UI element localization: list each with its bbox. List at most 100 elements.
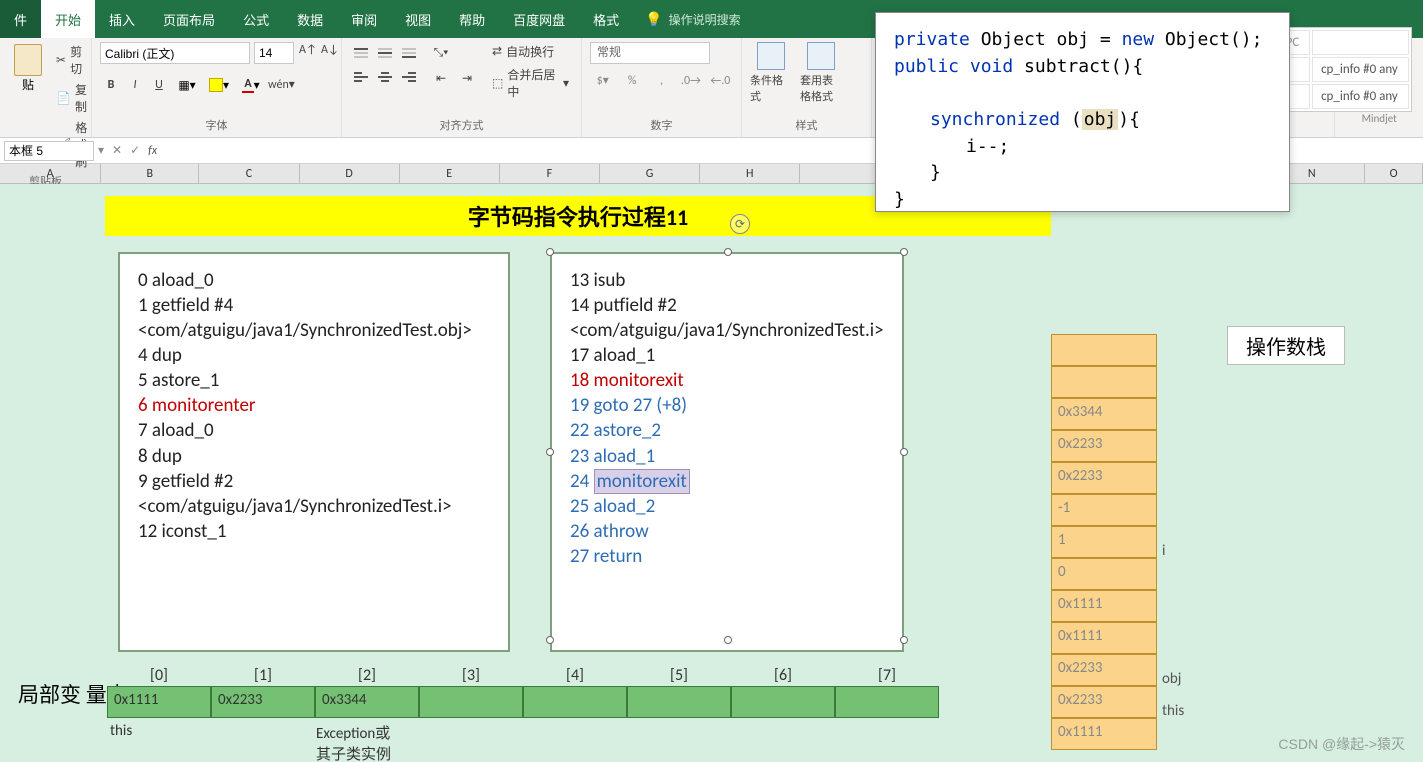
bytecode-line: 18 monitorexit (570, 368, 884, 393)
worksheet-canvas[interactable]: 字节码指令执行过程11 ⟳ 0 aload_01 getfield #4<com… (0, 184, 1423, 762)
comma-button[interactable]: , (649, 70, 674, 92)
cancel-formula-button[interactable]: ✕ (112, 143, 122, 158)
font-color-dropdown[interactable]: A▾ (236, 74, 266, 96)
resize-handle[interactable] (724, 636, 732, 644)
lvt-cell (627, 686, 731, 718)
bytecode-line: 8 dup (138, 444, 490, 469)
bytecode-line: 6 monitorenter (138, 393, 490, 418)
lvt-index: [3] (419, 666, 523, 685)
table-format-button[interactable]: 套用表格格式 (800, 42, 842, 104)
resize-handle[interactable] (900, 248, 908, 256)
bytecode-box-right[interactable]: 13 isub14 putfield #2<com/atguigu/java1/… (550, 252, 904, 652)
tab-review[interactable]: 审阅 (337, 0, 391, 38)
copy-button[interactable]: 📄复制 (52, 80, 91, 116)
group-font: A↑ A↓ B I U ▦▾ ▾ A▾ wén▾ 字体 (92, 38, 342, 137)
operand-stack: 0x33440x22330x2233-1100x11110x11110x2233… (1051, 334, 1157, 750)
stack-note: this (1162, 702, 1184, 720)
tab-data[interactable]: 数据 (283, 0, 337, 38)
col-header-F[interactable]: F (500, 164, 600, 183)
col-header-A[interactable]: A (0, 164, 101, 183)
increase-indent[interactable]: ⇥ (456, 68, 478, 90)
col-header-D[interactable]: D (300, 164, 400, 183)
resize-handle[interactable] (546, 636, 554, 644)
tab-start[interactable]: 开始 (41, 0, 95, 38)
tab-view[interactable]: 视图 (391, 0, 445, 38)
percent-button[interactable]: % (619, 70, 644, 92)
wrap-text-button[interactable]: ⇄ 自动换行 (488, 42, 573, 61)
resize-handle[interactable] (724, 248, 732, 256)
col-header-H[interactable]: H (700, 164, 800, 183)
group-styles: 条件格式 套用表格格式 样式 (742, 38, 872, 137)
stack-cell (1051, 334, 1157, 366)
align-left[interactable] (350, 66, 372, 88)
bytecode-line: 23 aload_1 (570, 444, 884, 469)
tab-insert[interactable]: 插入 (95, 0, 149, 38)
lvt-cell (419, 686, 523, 718)
align-right[interactable] (398, 66, 420, 88)
resize-handle[interactable] (900, 636, 908, 644)
col-header-C[interactable]: C (199, 164, 299, 183)
align-middle[interactable] (374, 42, 396, 64)
bytecode-line: 14 putfield #2 (570, 293, 884, 318)
col-header-G[interactable]: G (600, 164, 700, 183)
border-dropdown[interactable]: ▦▾ (172, 74, 202, 96)
number-format-select[interactable]: 常规 (590, 42, 710, 64)
align-center[interactable] (374, 66, 396, 88)
tab-file[interactable]: 件 (0, 0, 41, 38)
bold-button[interactable]: B (100, 74, 122, 96)
stack-cell: 1 (1051, 526, 1157, 558)
tab-help[interactable]: 帮助 (445, 0, 499, 38)
fill-color-dropdown[interactable]: ▾ (204, 74, 234, 96)
font-name-select[interactable] (100, 42, 250, 64)
tab-format[interactable]: 格式 (579, 0, 633, 38)
tab-formula[interactable]: 公式 (229, 0, 283, 38)
resize-handle[interactable] (900, 448, 908, 456)
align-bottom[interactable] (398, 42, 420, 64)
resize-handle[interactable] (546, 248, 554, 256)
increase-font-button[interactable]: A↑ (298, 42, 316, 64)
col-header-O[interactable]: O (1365, 164, 1423, 183)
bytecode-line: 1 getfield #4 (138, 293, 490, 318)
lvt-index: [4] (523, 666, 627, 685)
group-number: 常规 $▾ % , .0→ ←.0 数字 (582, 38, 742, 137)
font-size-select[interactable] (254, 42, 294, 64)
bytecode-line: 26 athrow (570, 519, 884, 544)
name-box[interactable] (4, 141, 94, 161)
currency-button[interactable]: $▾ (590, 70, 615, 92)
orientation-button[interactable]: ⤡▾ (430, 42, 452, 64)
stack-cell: 0x1111 (1051, 718, 1157, 750)
lvt-note: this (110, 722, 132, 740)
resize-handle[interactable] (546, 448, 554, 456)
increase-decimal[interactable]: .0→ (678, 70, 703, 92)
phonetic-button[interactable]: wén▾ (268, 74, 290, 96)
conditional-format-button[interactable]: 条件格式 (750, 42, 792, 104)
copy-icon: 📄 (56, 91, 71, 106)
group-alignment: ⤡▾ ⇤⇥ ⇄ 自动换行 ⬚ 合并后居中 ▾ 对齐方式 (342, 38, 582, 137)
col-header-E[interactable]: E (400, 164, 500, 183)
decrease-font-button[interactable]: A↓ (320, 42, 338, 64)
paste-button[interactable]: 贴 (8, 42, 48, 95)
bytecode-line: 12 iconst_1 (138, 519, 490, 544)
stack-cell: 0x2233 (1051, 654, 1157, 686)
stack-cell: 0x1111 (1051, 590, 1157, 622)
fx-icon[interactable]: fx (148, 144, 157, 158)
clipboard-icon (14, 44, 42, 76)
align-top[interactable] (350, 42, 372, 64)
tell-me-search[interactable]: 💡 操作说明搜索 (633, 0, 752, 38)
operand-stack-title: 操作数栈 (1227, 326, 1345, 365)
italic-button[interactable]: I (124, 74, 146, 96)
underline-button[interactable]: U (148, 74, 170, 96)
fill-swatch-icon (209, 78, 223, 92)
merge-center-button[interactable]: ⬚ 合并后居中 ▾ (488, 65, 573, 101)
decrease-decimal[interactable]: ←.0 (708, 70, 733, 92)
confirm-formula-button[interactable]: ✓ (130, 143, 140, 158)
decrease-indent[interactable]: ⇤ (430, 68, 452, 90)
col-header-B[interactable]: B (101, 164, 199, 183)
cut-button[interactable]: ✂剪切 (52, 42, 91, 78)
tab-baidu[interactable]: 百度网盘 (499, 0, 579, 38)
bytecode-line: 13 isub (570, 268, 884, 293)
lvt-note: Exception或 其子类实例 (316, 722, 391, 762)
rotate-handle-icon[interactable]: ⟳ (730, 214, 750, 234)
tab-layout[interactable]: 页面布局 (149, 0, 229, 38)
bytecode-line: 4 dup (138, 343, 490, 368)
